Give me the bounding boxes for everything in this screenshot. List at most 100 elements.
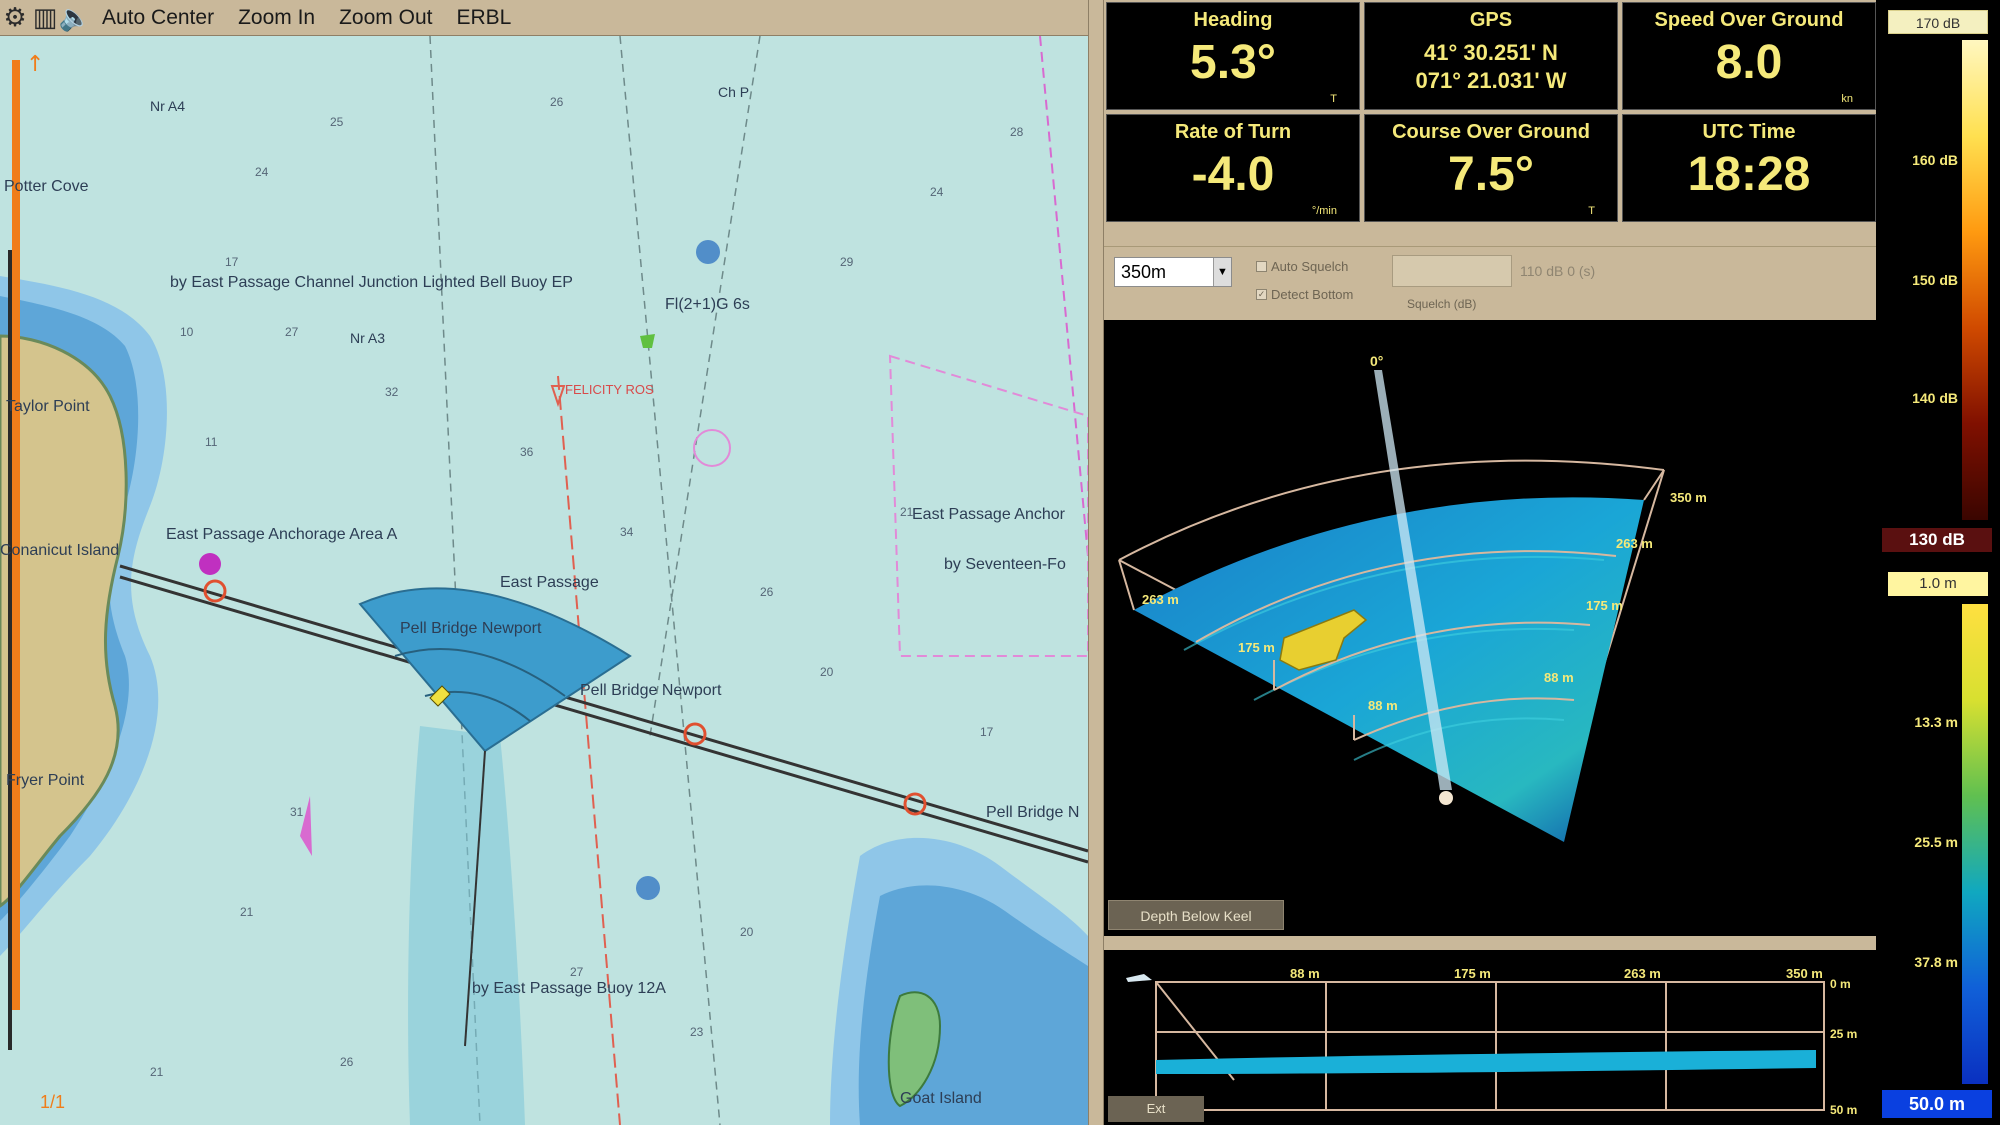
pell-bridge-line-a [119,564,1088,853]
depth-tick-label: 13.3 m [1914,714,1958,730]
db-tick-label: 140 dB [1912,390,1958,406]
svg-text:17: 17 [980,725,994,739]
squelch-value: 110 dB 0 (s) [1520,263,1596,279]
chart-label: Pell Bridge Newport [580,682,722,699]
sog-label: Speed Over Ground [1654,9,1844,31]
instrument-panel: Heading 5.3° T GPS 41° 30.251' N 071° 21… [1104,0,1876,224]
chart-label: by East Passage Channel Junction Lighted… [170,274,573,291]
range-label: 263 m [1616,536,1653,551]
detect-bottom-checkbox[interactable]: ✓ Detect Bottom [1256,287,1353,302]
depth-max-label[interactable]: 50.0 m [1882,1090,1992,1118]
gear-icon[interactable]: ⚙ [0,0,30,36]
channel-line-2 [619,36,721,1125]
utc-tile: UTC Time 18:28 [1622,114,1876,222]
sog-value: 8.0 [1715,36,1783,89]
auto-squelch-checkbox[interactable]: Auto Squelch [1256,259,1348,274]
zoom-in-button[interactable]: Zoom In [226,0,327,36]
menu-bars-icon[interactable]: ▥ [30,0,60,36]
rot-label: Rate of Turn [1174,121,1292,143]
route-line [557,375,621,1125]
sonar-fan-overlay [358,587,632,753]
chart-label: FELICITY ROS [565,382,654,397]
db-max-label[interactable]: 170 dB [1888,10,1988,34]
svg-text:36: 36 [520,445,534,459]
fan-post-2 [1643,469,1665,501]
svg-text:29: 29 [840,255,854,269]
channel-line-3 [649,36,761,737]
chart-label: Nr A3 [350,330,386,346]
auto-center-button[interactable]: Auto Center [90,0,226,36]
profile-range-label: 263 m [1624,966,1661,981]
svg-text:25: 25 [330,115,344,129]
chevron-down-icon[interactable]: ▼ [1213,258,1231,286]
squelch-slider[interactable] [1392,255,1512,287]
chart-label: Fryer Point [6,772,85,789]
db-color-scale[interactable] [1962,40,1988,520]
zoom-out-button[interactable]: Zoom Out [327,0,444,36]
erbl-button[interactable]: ERBL [444,0,523,36]
anchorage-marker [199,553,221,575]
scale-text: 1/1 [40,1092,66,1112]
chart-label: East Passage Anchorage Area A [166,526,398,543]
sonar-shadow [408,726,525,1125]
svg-text:32: 32 [385,385,399,399]
depth-tick-label: 37.8 m [1914,954,1958,970]
svg-text:11: 11 [205,435,218,449]
depth-below-keel-button[interactable]: Depth Below Keel [1108,900,1284,930]
chart-label: Nr A4 [150,98,186,114]
horizontal-splitter-top[interactable] [1104,224,1876,246]
speaker-icon[interactable]: 🔈 [59,0,91,36]
ext-button[interactable]: Ext [1108,1096,1204,1122]
svg-text:27: 27 [285,325,299,339]
svg-text:24: 24 [930,185,944,199]
chart-label: Pell Bridge N [986,804,1080,821]
chart-label: Potter Cove [4,178,89,195]
rot-value: -4.0 [1191,148,1275,201]
north-arrow-icon: ↑ [26,52,45,77]
range-select[interactable]: 350m ▼ [1114,257,1232,287]
chart-label: Goat Island [900,1090,982,1107]
range-label: 175 m [1586,598,1623,613]
pell-bridge-line-b [119,575,1088,864]
range-select-value: 350m [1121,262,1167,282]
depth-color-scale[interactable] [1962,604,1988,1084]
wreck-marker [550,385,566,408]
db-threshold-label[interactable]: 130 dB [1882,528,1992,552]
svg-text:21: 21 [150,1065,164,1079]
checkbox-box[interactable]: ✓ [1256,289,1267,300]
chart-label: East Passage Anchor [912,506,1065,523]
sog-tile: Speed Over Ground 8.0 kn [1622,2,1876,110]
heading-tile: Heading 5.3° T [1106,2,1360,110]
utc-value: 18:28 [1687,148,1811,201]
cog-unit: T [1588,205,1595,217]
chart-label: by East Passage Buoy 12A [472,980,666,997]
chart-label: Pell Bridge Newport [400,620,542,637]
color-scale-column: 170 dB 160 dB 150 dB 140 dB 130 dB 1.0 m… [1876,0,2000,1125]
gps-label: GPS [1469,9,1513,31]
rot-tile: Rate of Turn -4.0 °/min [1106,114,1360,222]
app-window: ⚙ ▥ 🔈 Auto Center Zoom In Zoom Out ERBL [0,0,2000,1125]
sonar-3d-view[interactable]: 0° 350 m 263 m 175 m 88 m 88 m 175 m 263… [1104,320,1876,936]
cog-tile: Course Over Ground 7.5° T [1364,114,1618,222]
depth-profile-view[interactable]: 88 m 175 m 263 m 350 m 0 m 25 m 50 m Ext [1104,950,1876,1125]
gps-longitude: 071° 21.031' W [1415,68,1567,93]
horizontal-splitter-bottom[interactable] [1104,936,1876,950]
chart-panel[interactable]: ⚙ ▥ 🔈 Auto Center Zoom In Zoom Out ERBL [0,0,1088,1125]
depth-min-label[interactable]: 1.0 m [1888,572,1988,596]
range-label: 88 m [1544,670,1574,685]
checkbox-box[interactable] [1256,261,1267,272]
profile-frame [1155,981,1825,1111]
utc-label: UTC Time [1702,121,1796,143]
detect-bottom-label: Detect Bottom [1271,287,1354,302]
chart-label: Conanicut Island [0,542,120,559]
buoy-marker-2 [636,876,660,900]
anchorage-circle [693,429,731,467]
anchorage-boundary [1039,36,1088,557]
heading-unit: T [1330,93,1337,105]
svg-text:27: 27 [570,965,584,979]
gps-tile: GPS 41° 30.251' N 071° 21.031' W [1364,2,1618,110]
sog-unit: kn [1841,93,1853,105]
panel-splitter[interactable] [1088,0,1104,1125]
toolbar: ⚙ ▥ 🔈 Auto Center Zoom In Zoom Out ERBL [0,0,1088,36]
cog-label: Course Over Ground [1392,121,1590,143]
